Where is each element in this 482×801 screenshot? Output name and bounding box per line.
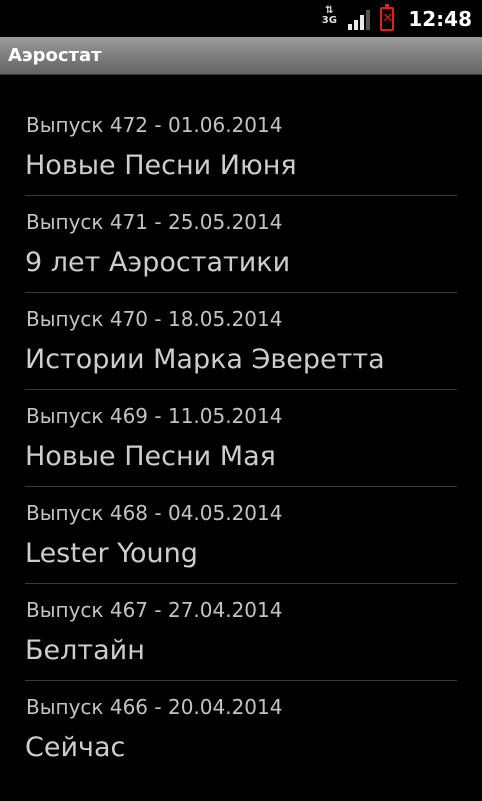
episode-subtitle: Выпуск 467 - 27.04.2014 xyxy=(26,598,283,622)
episode-title: Сейчас xyxy=(25,732,126,763)
list-item[interactable]: Выпуск 472 - 01.06.2014 Новые Песни Июня xyxy=(25,99,457,196)
episode-subtitle: Выпуск 468 - 04.05.2014 xyxy=(26,501,283,525)
episode-subtitle: Выпуск 470 - 18.05.2014 xyxy=(26,307,283,331)
status-clock: 12:48 xyxy=(408,6,472,31)
episode-title: Белтайн xyxy=(25,635,145,666)
episode-subtitle: Выпуск 471 - 25.05.2014 xyxy=(26,210,283,234)
episode-subtitle: Выпуск 466 - 20.04.2014 xyxy=(26,695,283,719)
episode-title: Новые Песни Июня xyxy=(25,150,297,181)
network-3g-icon: ⇅ 3G xyxy=(321,4,337,26)
app-title: Аэростат xyxy=(8,45,102,66)
episode-title: Истории Марка Эверетта xyxy=(25,344,385,375)
episode-subtitle: Выпуск 469 - 11.05.2014 xyxy=(26,404,283,428)
episode-subtitle: Выпуск 472 - 01.06.2014 xyxy=(26,113,283,137)
list-item[interactable]: Выпуск 469 - 11.05.2014 Новые Песни Мая xyxy=(25,390,457,487)
status-icons: ⇅ 3G ✕ 12:48 xyxy=(320,0,472,37)
list-item[interactable]: Выпуск 470 - 18.05.2014 Истории Марка Эв… xyxy=(25,293,457,390)
episode-title: Новые Песни Мая xyxy=(25,441,276,472)
battery-empty-icon: ✕ xyxy=(380,3,395,31)
list-item[interactable]: Выпуск 468 - 04.05.2014 Lester Young xyxy=(25,487,457,584)
episode-list: Выпуск 472 - 01.06.2014 Новые Песни Июня… xyxy=(0,99,482,778)
status-bar: ⇅ 3G ✕ 12:48 xyxy=(0,0,482,37)
list-item[interactable]: Выпуск 467 - 27.04.2014 Белтайн xyxy=(25,584,457,681)
title-bar: Аэростат xyxy=(0,37,482,75)
signal-strength-icon xyxy=(348,8,371,30)
episode-title: 9 лет Аэростатики xyxy=(25,247,291,278)
episode-title: Lester Young xyxy=(25,538,198,569)
list-item[interactable]: Выпуск 471 - 25.05.2014 9 лет Аэростатик… xyxy=(25,196,457,293)
list-item[interactable]: Выпуск 466 - 20.04.2014 Сейчас xyxy=(25,681,457,778)
